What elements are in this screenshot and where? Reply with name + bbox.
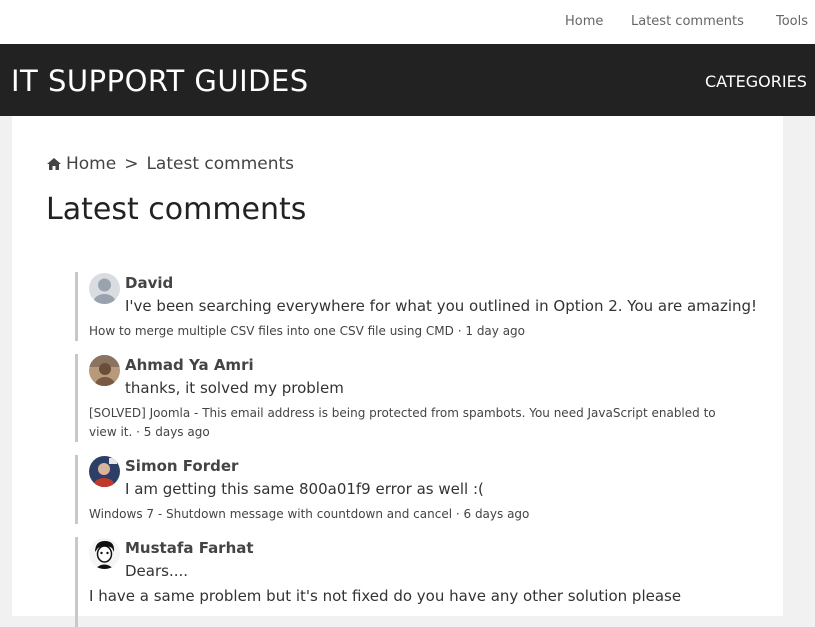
comment-meta: Windows 7 - Shutdown message with countd… <box>89 505 744 524</box>
site-header: IT SUPPORT GUIDES CATEGORIES <box>0 44 815 116</box>
top-navigation: Home Latest comments Tools <box>0 0 815 44</box>
user-avatar <box>89 355 120 386</box>
page-title: Latest comments <box>46 192 307 227</box>
comment-author[interactable]: David <box>125 274 173 292</box>
comment-item: Simon Forder I am getting this same 800a… <box>75 455 758 524</box>
breadcrumb-separator: > <box>124 154 139 174</box>
comment-meta: How to merge multiple CSV files into one… <box>89 322 744 341</box>
comment-age: · 1 day ago <box>457 324 526 338</box>
comment-post-link[interactable]: Windows 7 - Shutdown message with countd… <box>89 507 452 521</box>
comment-item: Mustafa Farhat Dears.... I have a same p… <box>75 537 758 627</box>
main-content: Home > Latest comments Latest comments D… <box>12 116 783 627</box>
nav-link-tools[interactable]: Tools <box>776 14 808 29</box>
categories-menu[interactable]: CATEGORIES <box>705 72 807 91</box>
site-title[interactable]: IT SUPPORT GUIDES <box>11 64 309 98</box>
user-avatar <box>89 538 120 569</box>
comment-text: Dears.... <box>125 562 189 580</box>
comment-author[interactable]: Mustafa Farhat <box>125 539 254 557</box>
comment-text-continued: I have a same problem but it's not fixed… <box>89 587 682 605</box>
breadcrumb-current: Latest comments <box>146 154 295 174</box>
comment-age: · 5 days ago <box>136 425 210 439</box>
home-icon <box>47 158 61 170</box>
user-avatar <box>89 456 120 487</box>
comment-post-link[interactable]: How to merge multiple CSV files into one… <box>89 324 454 338</box>
comment-text: thanks, it solved my problem <box>125 379 344 397</box>
comment-meta: [SOLVED] Joomla - This email address is … <box>89 404 744 442</box>
breadcrumb-home-link[interactable]: Home <box>66 154 116 174</box>
comment-item: David I've been searching everywhere for… <box>75 272 758 341</box>
default-avatar-icon <box>89 273 120 304</box>
comment-age: · 6 days ago <box>455 507 530 521</box>
comment-item: Ahmad Ya Amri thanks, it solved my probl… <box>75 354 758 442</box>
comment-author[interactable]: Ahmad Ya Amri <box>125 356 254 374</box>
comment-text: I've been searching everywhere for what … <box>125 297 758 315</box>
nav-link-home[interactable]: Home <box>565 14 603 29</box>
breadcrumb: Home > Latest comments <box>46 154 294 174</box>
comment-author[interactable]: Simon Forder <box>125 457 238 475</box>
comment-text: I am getting this same 800a01f9 error as… <box>125 480 484 498</box>
nav-link-latest-comments[interactable]: Latest comments <box>631 14 744 29</box>
